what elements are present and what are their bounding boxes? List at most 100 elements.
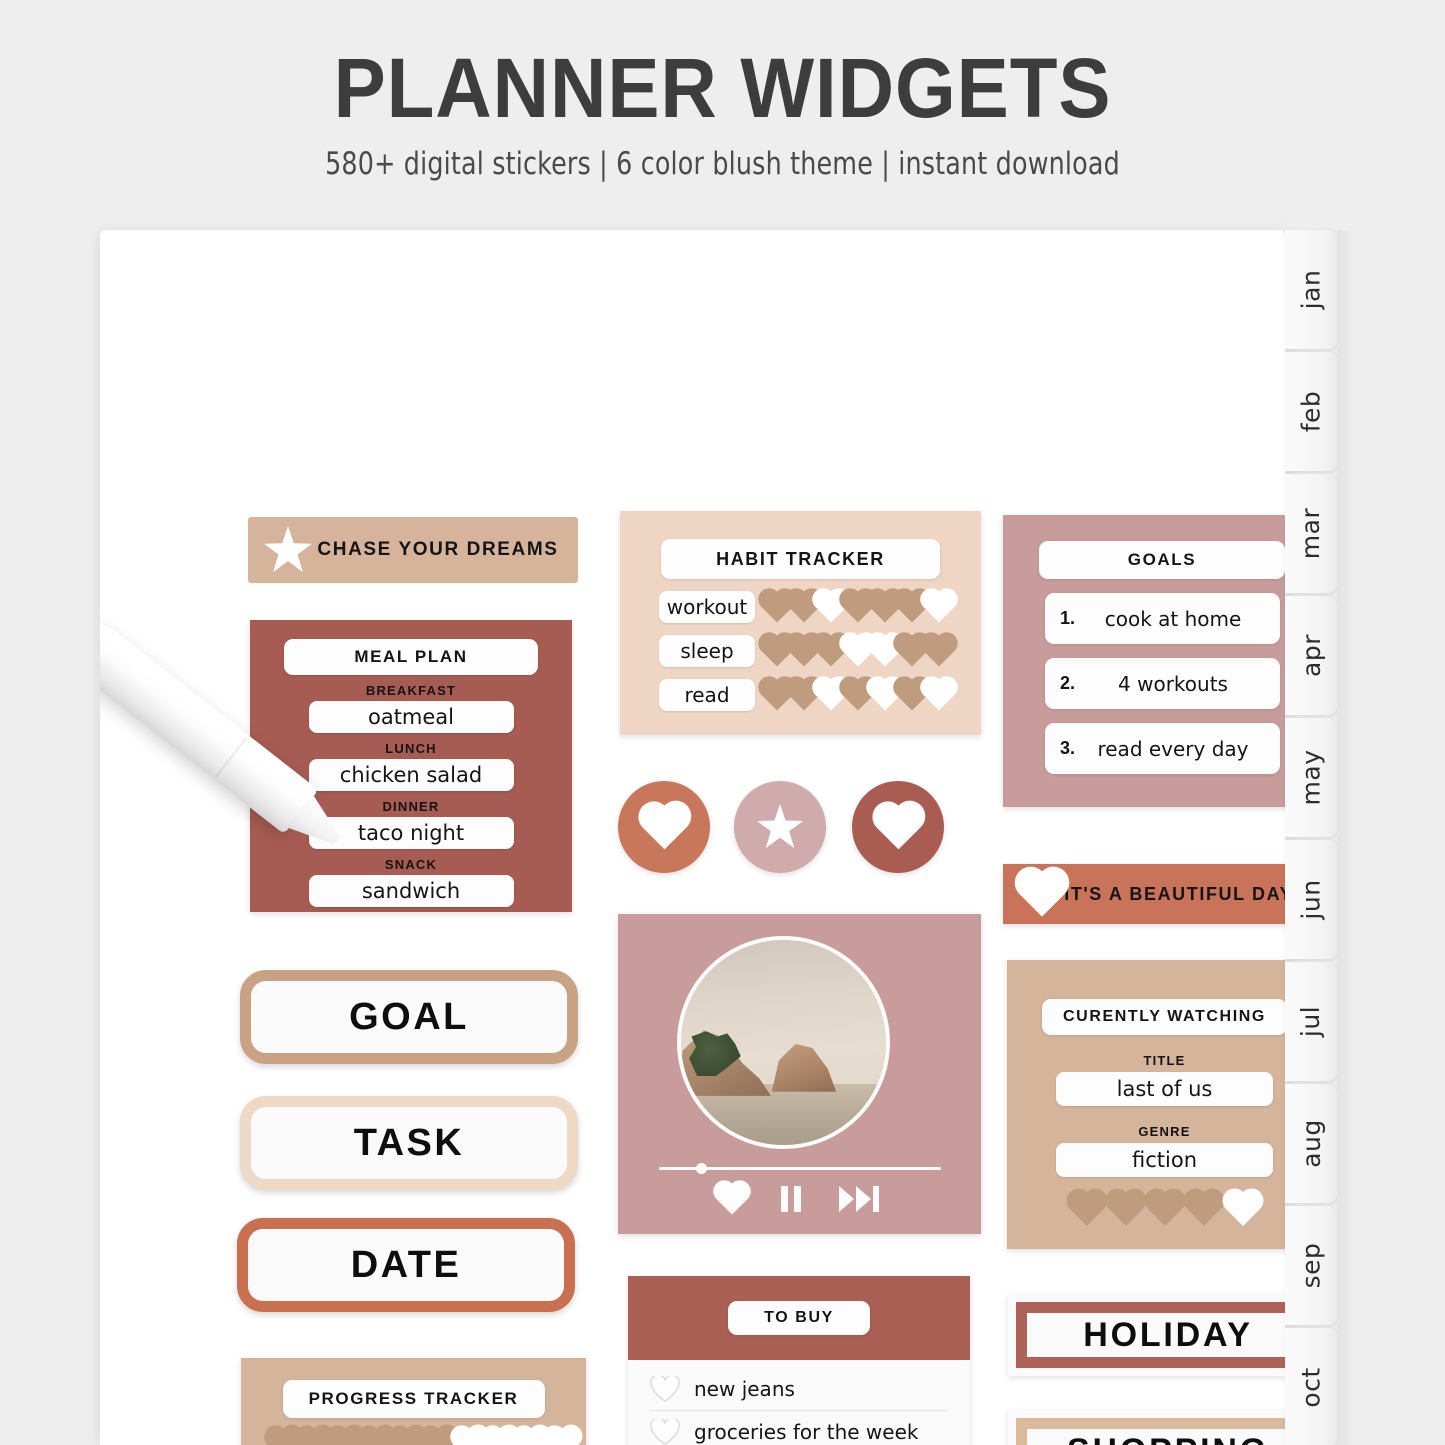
goal-item[interactable]: 2. 4 workouts [1044,658,1280,709]
meal-plan-widget: MEAL PLAN BREAKFAST oatmeal LUNCH chicken s… [250,620,572,912]
to-buy-header: TO BUY [628,1276,970,1360]
heart-icon-empty[interactable] [923,591,955,623]
heart-icon-filled[interactable] [1108,1192,1143,1226]
habit-name[interactable]: workout [659,591,755,623]
meal-row-label: LUNCH [385,741,437,756]
month-tab-label: aug [1296,1119,1326,1168]
heart-icon-empty[interactable] [923,679,955,711]
habit-name[interactable]: sleep [659,635,755,667]
goals-list: 1. cook at home 2. 4 workouts 3. read every d… [1003,593,1285,774]
goal-item[interactable]: 3. read every day [1044,723,1280,774]
to-buy-item[interactable]: groceries for the week [650,1411,948,1445]
goals-title: GOALS [1039,541,1285,579]
month-tab-feb[interactable]: feb [1285,352,1337,471]
meal-row-value[interactable]: sandwich [308,875,514,907]
heart-icon-empty[interactable] [546,1428,579,1445]
holiday-label[interactable]: HOLIDAY [1008,1294,1285,1376]
habit-row: sleep [659,635,981,667]
month-tab-label: mar [1296,507,1326,560]
month-tab-label: jan [1296,269,1326,310]
month-tab-label: sep [1296,1242,1326,1289]
month-tab-may[interactable]: may [1285,718,1337,837]
month-tab-label: apr [1296,634,1326,677]
meal-row-label: SNACK [384,857,438,872]
to-buy-item[interactable]: new jeans [650,1368,948,1411]
goal-text: read every day [1097,736,1249,761]
habit-tracker-rows: workout sleep read [620,591,981,711]
heart-icon-filled[interactable] [923,635,955,667]
habit-row: read [659,679,981,711]
beautiful-day-label: IT'S A BEAUTIFUL DAY! [1064,883,1285,904]
goal-item[interactable]: 1. cook at home [1044,593,1280,644]
heart-checkbox-icon[interactable] [650,1418,680,1445]
meal-row-value[interactable]: chicken salad [308,759,514,791]
shopping-label[interactable]: SHOPPING [1008,1410,1285,1445]
heart-icon-filled[interactable] [1069,1192,1104,1226]
page-subtitle: 580+ digital stickers | 6 color blush th… [325,146,1120,182]
month-tab-oct[interactable]: oct [1285,1328,1337,1445]
goal-text: cook at home [1104,606,1242,631]
meal-row-value[interactable]: taco night [308,817,514,849]
progress-knob[interactable] [695,1163,707,1174]
heart-icon-empty[interactable] [1225,1192,1260,1226]
month-tab-aug[interactable]: aug [1285,1084,1337,1203]
month-tab-label: jul [1296,1005,1326,1038]
watch-rating-hearts[interactable] [1007,1192,1285,1226]
habit-day-hearts[interactable] [761,591,955,623]
to-buy-title: TO BUY [728,1301,870,1335]
habit-day-hearts[interactable] [761,679,955,711]
to-buy-list: new jeansgroceries for the weekretinol s… [628,1360,970,1445]
star-badge-pink[interactable] [734,781,826,873]
pause-icon[interactable] [780,1186,801,1212]
task-button[interactable]: TASK [240,1096,578,1190]
month-tab-mar[interactable]: mar [1285,474,1337,593]
month-tab-sep[interactable]: sep [1285,1206,1337,1325]
habit-day-hearts[interactable] [761,635,955,667]
month-tab-label: feb [1296,390,1326,433]
watch-title-value[interactable]: last of us [1056,1072,1273,1106]
to-buy-widget: TO BUY new jeansgroceries for the weekre… [628,1276,970,1445]
month-tab-strip: jan feb mar apr may jun jul aug sep oct [1285,230,1337,1445]
chase-your-dreams-banner[interactable]: CHASE YOUR DREAMS [248,517,578,583]
star-icon [757,804,803,849]
meal-plan-rows: BREAKFAST oatmeal LUNCH chicken salad DINNER… [250,683,572,907]
heart-badge-rust[interactable] [852,781,944,873]
month-tab-label: jun [1296,879,1326,920]
heart-icon [1019,871,1065,917]
to-buy-item-text: new jeans [694,1377,795,1401]
next-track-icon[interactable] [838,1186,879,1212]
page-title: PLANNER WIDGETS [333,41,1112,135]
meal-row-value[interactable]: oatmeal [308,701,514,733]
heart-checkbox-icon[interactable] [650,1375,680,1403]
meal-row-label: DINNER [382,799,440,814]
month-tab-apr[interactable]: apr [1285,596,1337,715]
meal-row-label: BREAKFAST [365,683,457,698]
habit-tracker-title: HABIT TRACKER [661,539,940,579]
heart-badge-orange[interactable] [618,781,710,873]
chase-banner-label: CHASE YOUR DREAMS [317,539,559,560]
beautiful-day-banner[interactable]: IT'S A BEAUTIFUL DAY! [1003,864,1285,924]
goals-widget: GOALS 1. cook at home 2. 4 workouts 3. read e… [1003,515,1285,807]
to-buy-item-text: groceries for the week [694,1420,919,1444]
month-tab-jun[interactable]: jun [1285,840,1337,959]
progress-heart-row[interactable] [267,1428,586,1445]
progress-tracker-widget: PROGRESS TRACKER [241,1358,586,1445]
month-tab-label: oct [1296,1367,1326,1408]
goal-text: 4 workouts [1118,671,1228,696]
album-artwork [677,936,890,1149]
goal-button[interactable]: GOAL [240,970,578,1064]
poster-canvas: PLANNER WIDGETS 580+ digital stickers | … [0,0,1445,1445]
month-tab-jul[interactable]: jul [1285,962,1337,1081]
watch-genre-value[interactable]: fiction [1056,1143,1273,1177]
heart-icon[interactable] [715,1183,748,1215]
playback-progress-slider[interactable] [659,1163,941,1174]
progress-tracker-title: PROGRESS TRACKER [282,1380,545,1418]
habit-row: workout [659,591,981,623]
music-player-widget [618,914,981,1234]
month-tab-label: may [1296,749,1326,806]
heart-icon-filled[interactable] [1186,1192,1221,1226]
habit-name[interactable]: read [659,679,755,711]
month-tab-jan[interactable]: jan [1285,230,1337,349]
date-button[interactable]: DATE [237,1218,575,1312]
heart-icon-filled[interactable] [1147,1192,1182,1226]
